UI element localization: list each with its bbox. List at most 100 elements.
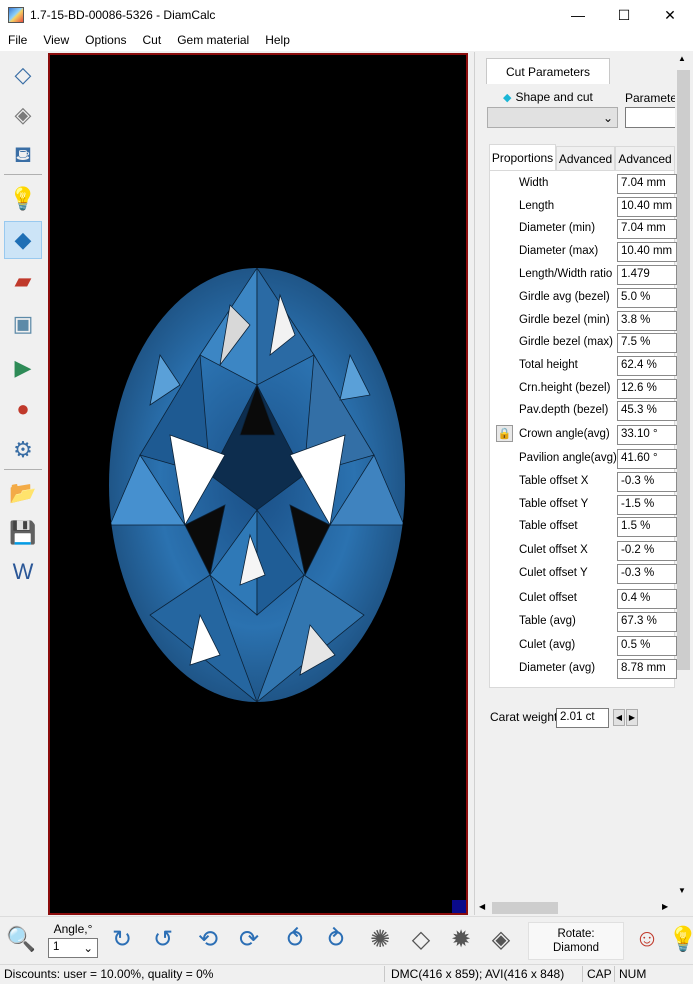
word-export-icon[interactable]: W xyxy=(4,553,42,591)
param-label: Table offset X xyxy=(519,475,589,487)
menu-file[interactable]: File xyxy=(0,30,35,51)
diamond-settings-icon[interactable]: ⚙ xyxy=(4,431,42,469)
rotate-title: Rotate: xyxy=(557,928,595,940)
param-value-field[interactable]: -0.3 % xyxy=(617,472,677,492)
param-value-field[interactable]: 62.4 % xyxy=(617,356,677,376)
top-view-icon[interactable]: ✺ xyxy=(363,922,397,956)
scroll-left-icon[interactable]: ◀ xyxy=(479,902,485,911)
param-value-field[interactable]: 0.5 % xyxy=(617,636,677,656)
param-value-field[interactable]: 7.04 mm xyxy=(617,174,677,194)
diamond-render-icon[interactable]: ◆ xyxy=(4,221,42,259)
diamond-sphere-icon[interactable]: ◈ xyxy=(4,96,42,134)
param-value-field[interactable]: -0.2 % xyxy=(617,541,677,561)
carat-decrement-button[interactable]: ◀ xyxy=(613,709,625,726)
param-value-field[interactable]: 7.04 mm xyxy=(617,219,677,239)
menu-options[interactable]: Options xyxy=(77,30,134,51)
menu-cut[interactable]: Cut xyxy=(135,30,170,51)
param-value-field[interactable]: -1.5 % xyxy=(617,495,677,515)
param-value-field[interactable]: 7.5 % xyxy=(617,333,677,353)
carat-weight-input[interactable]: 2.01 ct xyxy=(556,708,609,728)
light-rotate-icon[interactable]: 💡 xyxy=(666,922,693,956)
diamond-outline-icon[interactable]: ◇ xyxy=(4,56,42,94)
toolbar-separator xyxy=(4,469,42,470)
param-label: Diameter (avg) xyxy=(519,662,596,674)
param-value-field[interactable]: 12.6 % xyxy=(617,379,677,399)
spectrum-icon[interactable]: ▰ xyxy=(4,262,42,300)
menu-help[interactable]: Help xyxy=(257,30,298,51)
oval-diamond-render xyxy=(109,268,405,702)
param-label: Culet offset xyxy=(519,592,577,604)
status-divider xyxy=(614,966,615,982)
flip-vertical-left-icon[interactable]: ⟲ xyxy=(191,922,225,956)
scroll-down-icon[interactable]: ▼ xyxy=(678,886,686,895)
save-icon[interactable]: 💾 xyxy=(4,514,42,552)
menu-view[interactable]: View xyxy=(35,30,77,51)
photo-icon[interactable]: ▣ xyxy=(4,305,42,343)
param-value-field[interactable]: 33.10 ° xyxy=(617,425,677,445)
param-label: Culet offset X xyxy=(519,544,588,556)
user-rotate-icon[interactable]: ☺ xyxy=(630,922,664,956)
param-label: Table (avg) xyxy=(519,615,576,627)
maximize-button[interactable]: ☐ xyxy=(601,0,647,30)
tab-advanced-2[interactable]: Advanced xyxy=(615,146,675,170)
bottom-view-icon[interactable]: ✹ xyxy=(444,922,478,956)
close-button[interactable]: ✕ xyxy=(647,0,693,30)
rotate-cw-icon[interactable]: ↻ xyxy=(105,922,139,956)
tab-proportions[interactable]: Proportions xyxy=(489,144,556,171)
render-viewport[interactable] xyxy=(48,53,468,915)
angle-select[interactable]: 1 ⌄ xyxy=(48,938,98,958)
param-label: Crown angle(avg) xyxy=(519,428,610,440)
menu-bar: File View Options Cut Gem material Help xyxy=(0,30,693,51)
param-label: Table offset Y xyxy=(519,498,589,510)
tab-cut-parameters[interactable]: Cut Parameters xyxy=(486,58,610,84)
scroll-right-icon[interactable]: ▶ xyxy=(662,902,668,911)
open-folder-icon[interactable]: 📂 xyxy=(4,474,42,512)
status-divider xyxy=(384,966,385,982)
parameter-input[interactable] xyxy=(625,107,675,128)
carat-increment-button[interactable]: ▶ xyxy=(626,709,638,726)
param-value-field[interactable]: 10.40 mm xyxy=(617,242,677,262)
flip-horizontal-down-icon[interactable]: ⥁ xyxy=(319,922,353,956)
paint-bucket-icon[interactable]: ⛾ xyxy=(4,137,42,175)
shape-select[interactable]: ⌄ xyxy=(487,107,618,128)
flip-horizontal-up-icon[interactable]: ⥀ xyxy=(278,922,312,956)
param-value-field[interactable]: 45.3 % xyxy=(617,401,677,421)
param-label: Length xyxy=(519,200,555,212)
param-value-field[interactable]: -0.3 % xyxy=(617,564,677,584)
scroll-up-icon[interactable]: ▲ xyxy=(678,54,686,63)
light-bulb-icon[interactable]: 💡 xyxy=(4,180,42,218)
param-label: Table offset xyxy=(519,520,578,532)
horizontal-scrollbar-thumb[interactable] xyxy=(492,902,558,914)
param-value-field[interactable]: 1.5 % xyxy=(617,517,677,537)
shape-and-cut-label: ◆ Shape and cut xyxy=(503,90,593,104)
param-value-field[interactable]: 41.60 ° xyxy=(617,449,677,469)
chevron-down-icon: ⌄ xyxy=(602,111,613,125)
chevron-down-icon: ⌄ xyxy=(83,943,93,955)
angle-view-icon[interactable]: ◈ xyxy=(484,922,518,956)
rotate-target[interactable]: Rotate: Diamond xyxy=(528,922,624,960)
minimize-button[interactable]: — xyxy=(555,0,601,30)
menu-gem-material[interactable]: Gem material xyxy=(169,30,257,51)
param-label: Pavilion angle(avg) xyxy=(519,452,617,464)
param-value-field[interactable]: 5.0 % xyxy=(617,288,677,308)
param-value-field[interactable]: 0.4 % xyxy=(617,589,677,609)
video-play-icon[interactable]: ▶ xyxy=(4,349,42,387)
diamond-icon: ◆ xyxy=(503,91,512,104)
video-record-icon[interactable]: ● xyxy=(4,390,42,428)
lock-toggle-icon[interactable]: 🔒 xyxy=(496,425,513,442)
rotate-ccw-icon[interactable]: ↺ xyxy=(146,922,180,956)
param-value-field[interactable]: 8.78 mm xyxy=(617,659,677,679)
tab-advanced-1[interactable]: Advanced xyxy=(556,146,615,170)
zoom-icon[interactable]: 🔍 xyxy=(4,922,38,956)
param-value-field[interactable]: 3.8 % xyxy=(617,311,677,331)
flip-vertical-right-icon[interactable]: ⟳ xyxy=(232,922,266,956)
param-value-field[interactable]: 10.40 mm xyxy=(617,197,677,217)
vertical-scrollbar-thumb[interactable] xyxy=(677,70,690,670)
param-label: Girdle avg (bezel) xyxy=(519,291,610,303)
param-value-field[interactable]: 67.3 % xyxy=(617,612,677,632)
param-label: Crn.height (bezel) xyxy=(519,382,611,394)
app-icon xyxy=(8,7,24,23)
param-value-field[interactable]: 1.479 xyxy=(617,265,677,285)
toolbar-separator xyxy=(4,174,42,175)
side-view-icon[interactable]: ◇ xyxy=(404,922,438,956)
